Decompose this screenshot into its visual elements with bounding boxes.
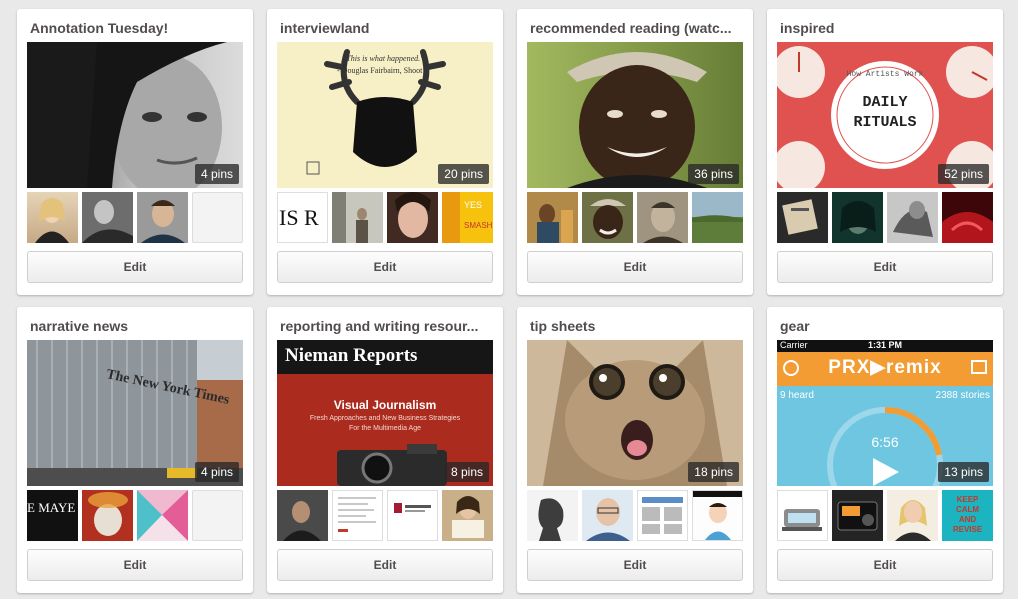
cover-title-line2: RITUALS — [853, 114, 917, 131]
board-card[interactable]: gear Carrier 1:31 PM PRX▶remix 9 heard 2… — [767, 307, 1003, 593]
board-thumbnails — [527, 192, 743, 243]
pin-thumbnail[interactable]: E MAYE — [27, 490, 78, 541]
pin-thumbnail[interactable] — [277, 490, 328, 541]
pin-count-badge: 8 pins — [444, 462, 489, 482]
pin-thumbnail[interactable] — [387, 490, 438, 541]
thumbnail-text: KEEP CALM AND REVISE — [952, 495, 983, 534]
empty-thumbnail — [192, 490, 243, 541]
svg-text:SMASH: SMASH — [464, 221, 493, 230]
thumbnail-text: E MAYE — [27, 500, 76, 515]
board-thumbnails — [27, 192, 243, 243]
edit-board-button[interactable]: Edit — [277, 251, 493, 283]
edit-board-button[interactable]: Edit — [777, 251, 993, 283]
pin-thumbnail[interactable] — [332, 490, 383, 541]
board-thumbnails — [527, 490, 743, 541]
pin-thumbnail[interactable] — [82, 490, 133, 541]
pin-thumbnail[interactable] — [692, 490, 743, 541]
edit-board-button[interactable]: Edit — [277, 549, 493, 581]
board-cover[interactable]: 36 pins — [527, 42, 743, 188]
pin-count-badge: 52 pins — [938, 164, 989, 184]
pin-thumbnail[interactable] — [27, 192, 78, 243]
board-cover[interactable]: 4 pins — [27, 42, 243, 188]
pin-thumbnail[interactable] — [137, 192, 188, 243]
empty-thumbnail — [192, 192, 243, 243]
pin-thumbnail[interactable] — [442, 490, 493, 541]
board-card[interactable]: Annotation Tuesday! 4 pins Edit — [17, 9, 253, 295]
edit-board-button[interactable]: Edit — [527, 251, 743, 283]
pin-thumbnail[interactable] — [332, 192, 383, 243]
board-thumbnails: KEEP CALM AND REVISE — [777, 490, 993, 541]
pin-count-badge: 4 pins — [194, 164, 239, 184]
board-title[interactable]: narrative news — [30, 318, 243, 334]
board-title[interactable]: interviewland — [280, 20, 493, 36]
pin-thumbnail[interactable] — [887, 490, 938, 541]
board-card[interactable]: interviewland "This is what happened." -… — [267, 9, 503, 295]
board-cover[interactable]: DAILY RITUALS How Artists Work 52 pins — [777, 42, 993, 188]
pin-thumbnail[interactable]: YES SMASH — [442, 192, 493, 243]
board-card[interactable]: inspired DAILY RITUALS How Artists Work … — [767, 9, 1003, 295]
pin-thumbnail[interactable] — [777, 192, 828, 243]
board-thumbnails: E MAYE — [27, 490, 243, 541]
pin-thumbnail[interactable] — [637, 490, 688, 541]
board-card[interactable]: reporting and writing resour... Nieman R… — [267, 307, 503, 593]
pin-count-badge: 4 pins — [194, 462, 239, 482]
board-cover[interactable]: The New York Times 4 pins — [27, 340, 243, 486]
board-cover[interactable]: "This is what happened." - Douglas Fairb… — [277, 42, 493, 188]
board-thumbnails — [777, 192, 993, 243]
board-title[interactable]: recommended reading (watc... — [530, 20, 743, 36]
pin-thumbnail[interactable]: KEEP CALM AND REVISE — [942, 490, 993, 541]
pin-thumbnail[interactable] — [777, 490, 828, 541]
board-cover[interactable]: 18 pins — [527, 340, 743, 486]
board-card[interactable]: tip sheets 18 pins Edit — [517, 307, 753, 593]
board-cover[interactable]: Nieman Reports Visual Journalism Fresh A… — [277, 340, 493, 486]
pin-thumbnail[interactable] — [832, 192, 883, 243]
svg-text:YES: YES — [464, 200, 482, 210]
board-thumbnails — [277, 490, 493, 541]
edit-board-button[interactable]: Edit — [27, 251, 243, 283]
board-title[interactable]: gear — [780, 318, 993, 334]
pin-thumbnail[interactable] — [137, 490, 188, 541]
board-title[interactable]: reporting and writing resour... — [280, 318, 493, 334]
pin-thumbnail[interactable] — [82, 192, 133, 243]
pin-count-badge: 13 pins — [938, 462, 989, 482]
pin-thumbnail[interactable] — [832, 490, 883, 541]
board-title[interactable]: Annotation Tuesday! — [30, 20, 243, 36]
edit-board-button[interactable]: Edit — [27, 549, 243, 581]
pin-count-badge: 36 pins — [688, 164, 739, 184]
board-title[interactable]: inspired — [780, 20, 993, 36]
pin-thumbnail[interactable] — [527, 490, 578, 541]
edit-board-button[interactable]: Edit — [777, 549, 993, 581]
cover-quote-author: - Douglas Fairbairn, Shoot — [337, 66, 423, 75]
board-card[interactable]: narrative news The New York Times 4 pins… — [17, 307, 253, 593]
pin-count-badge: 20 pins — [438, 164, 489, 184]
pin-thumbnail[interactable] — [387, 192, 438, 243]
board-cover[interactable]: Carrier 1:31 PM PRX▶remix 9 heard 2388 s… — [777, 340, 993, 486]
cover-ring-text: How Artists Work — [846, 70, 924, 79]
pin-thumbnail[interactable] — [582, 192, 633, 243]
pin-count-badge: 18 pins — [688, 462, 739, 482]
cover-title-line1: DAILY — [862, 94, 908, 111]
pin-thumbnail[interactable] — [942, 192, 993, 243]
pin-thumbnail[interactable] — [692, 192, 743, 243]
pin-thumbnail[interactable] — [527, 192, 578, 243]
board-thumbnails: IS R YES SMASH — [277, 192, 493, 243]
cover-quote: "This is what happened." — [343, 54, 424, 63]
pin-thumbnail[interactable] — [637, 192, 688, 243]
board-title[interactable]: tip sheets — [530, 318, 743, 334]
timer-text: 6:56 — [871, 434, 899, 450]
pin-thumbnail[interactable]: IS R — [277, 192, 328, 243]
edit-board-button[interactable]: Edit — [527, 549, 743, 581]
thumbnail-text: IS R — [279, 205, 319, 230]
board-card[interactable]: recommended reading (watc... 36 pins Edi… — [517, 9, 753, 295]
pin-thumbnail[interactable] — [887, 192, 938, 243]
pin-thumbnail[interactable] — [582, 490, 633, 541]
